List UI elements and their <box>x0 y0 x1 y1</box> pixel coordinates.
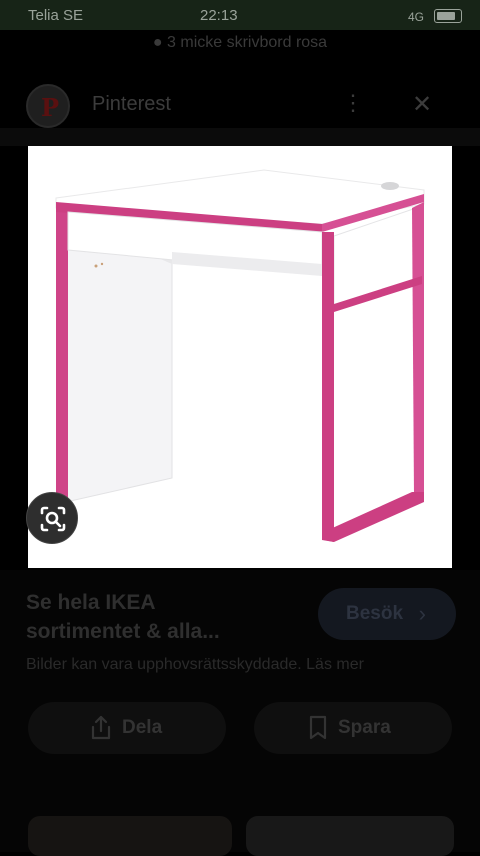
page-caption: ● 3 micke skrivbord rosa <box>152 34 328 51</box>
app-name: Pinterest <box>92 93 171 115</box>
related-pin-thumbnail[interactable] <box>246 816 454 856</box>
pin-headline: Se hela IKEA sortimentet & alla... <box>26 588 306 646</box>
save-button[interactable]: Spara <box>254 702 452 754</box>
signal-label: 4G <box>407 10 424 24</box>
share-button[interactable]: Dela <box>28 702 226 754</box>
share-icon <box>91 715 111 740</box>
product-image[interactable] <box>28 146 452 568</box>
app-bar: P Pinterest ⋮ ✕ <box>0 82 480 128</box>
carrier-label: Telia SE <box>28 7 84 24</box>
chevron-right-icon: › <box>418 601 426 626</box>
logo-letter: P <box>41 93 60 122</box>
related-pin-thumbnail[interactable] <box>28 816 232 856</box>
pinterest-logo: P <box>26 84 70 128</box>
copyright-notice[interactable]: Bilder kan vara upphovsrättsskyddade. Lä… <box>26 656 364 674</box>
visual-search-icon <box>40 506 66 532</box>
close-icon[interactable]: ✕ <box>412 90 432 119</box>
bookmark-icon <box>309 715 327 740</box>
save-label: Spara <box>338 717 391 738</box>
visual-search-button[interactable] <box>26 492 78 544</box>
divider <box>0 128 480 146</box>
clock: 22:13 <box>200 7 238 24</box>
desk-illustration <box>55 169 425 542</box>
more-vertical-icon[interactable]: ⋮ <box>342 92 364 114</box>
visit-button[interactable]: Besök › <box>318 588 456 640</box>
share-label: Dela <box>122 717 163 738</box>
headline-line-2: sortimentet & alla... <box>26 620 220 643</box>
headline-line-1: Se hela IKEA <box>26 591 156 614</box>
visit-label: Besök <box>346 603 404 624</box>
battery-icon <box>434 9 462 23</box>
